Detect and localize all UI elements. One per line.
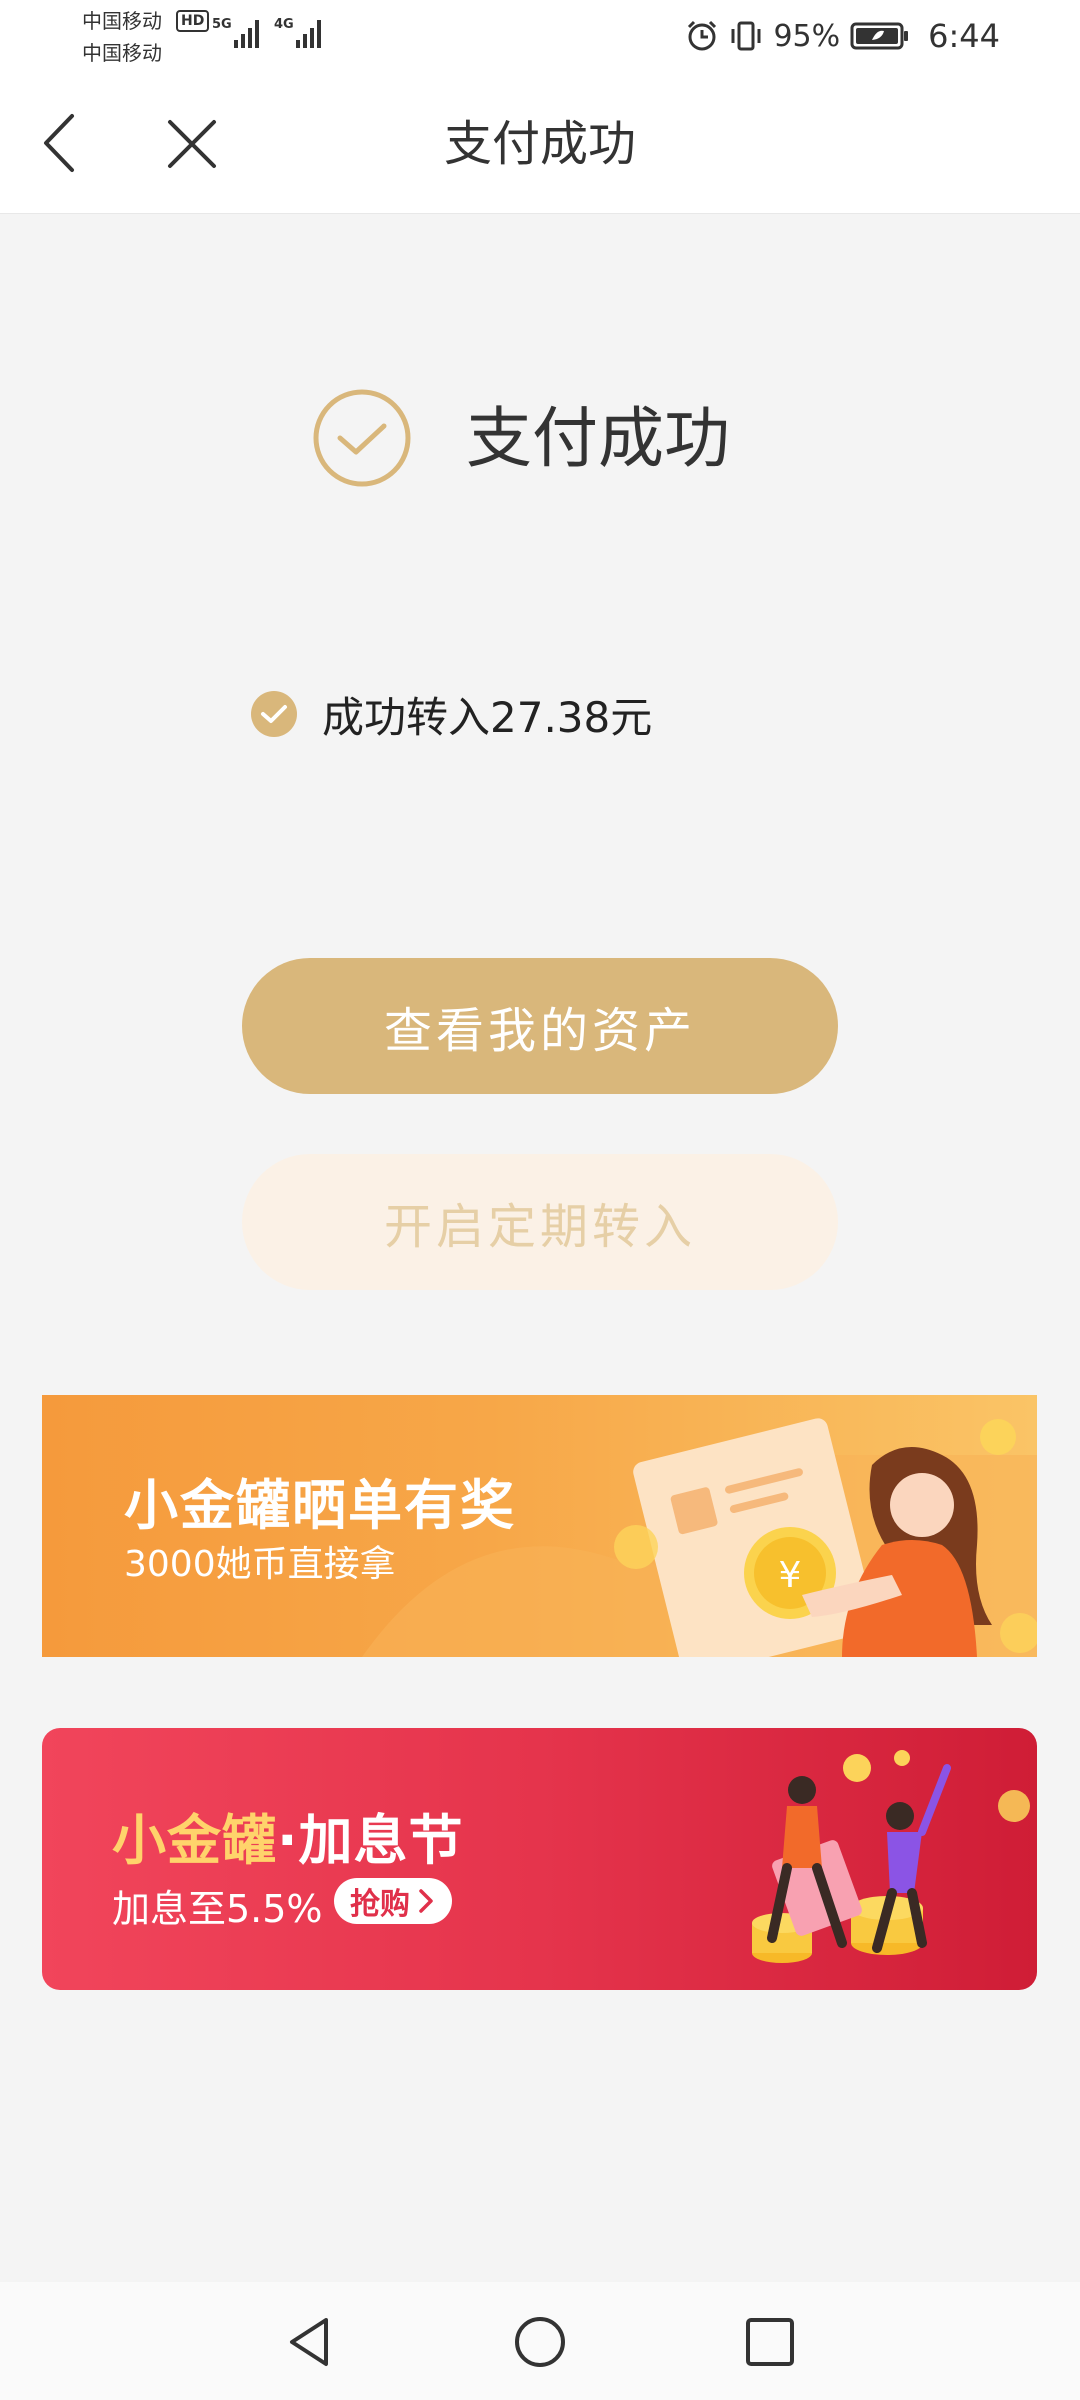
- banner2-subtitle: 加息至5.5%: [112, 1887, 323, 1931]
- promo-banner-share[interactable]: ¥ 小金罐晒单有奖 3000她币直接拿: [42, 1395, 1037, 1657]
- page-title: 支付成功: [443, 116, 636, 172]
- hd-badge: HD: [176, 10, 210, 32]
- nav-bar: 支付成功: [0, 72, 1080, 214]
- banner2-title-white: ·加息节: [277, 1809, 464, 1872]
- result-detail-row: 成功转入27.38元: [250, 686, 652, 742]
- status-right: 95% 6:44: [685, 16, 1000, 56]
- promo-banner-interest[interactable]: 小金罐·加息节 加息至5.5% 抢购: [42, 1728, 1037, 1990]
- clock-time: 6:44: [928, 17, 1000, 55]
- chevron-right-icon: [419, 1889, 433, 1913]
- signal-4g-icon: 4G: [274, 17, 321, 48]
- result-detail-text: 成功转入27.38元: [322, 692, 653, 742]
- alarm-icon: [688, 20, 717, 51]
- buy-now-label: 抢购: [350, 1887, 410, 1922]
- status-bar: 中国移动 中国移动 HD 5G 4G 95% 6:44: [0, 0, 1080, 72]
- success-check-icon: [313, 389, 411, 487]
- vibrate-icon: [731, 21, 761, 51]
- view-assets-button[interactable]: 查看我的资产: [242, 958, 838, 1094]
- battery-percent: 95%: [773, 18, 841, 54]
- filled-check-icon: [251, 691, 297, 737]
- svg-text:¥: ¥: [779, 1555, 802, 1596]
- battery-icon: [850, 22, 909, 50]
- net-label-2: 4G: [274, 17, 294, 32]
- signal-5g-icon: 5G: [212, 17, 259, 48]
- buy-now-button[interactable]: 抢购: [334, 1878, 452, 1924]
- net-label-1: 5G: [212, 17, 232, 32]
- system-recents-icon[interactable]: [740, 2312, 800, 2372]
- result-title: 支付成功: [466, 400, 730, 477]
- system-navigation-bar: [0, 2282, 1080, 2400]
- enable-scheduled-transfer-button[interactable]: 开启定期转入: [242, 1154, 838, 1290]
- banner1-title: 小金罐晒单有奖: [124, 1474, 516, 1537]
- banner1-subtitle: 3000她币直接拿: [124, 1544, 396, 1585]
- carrier-label-1: 中国移动: [82, 9, 162, 33]
- carrier-label-2: 中国移动: [82, 41, 162, 65]
- banner2-title: 小金罐·加息节: [112, 1796, 464, 1875]
- banner2-title-gold: 小金罐: [112, 1809, 277, 1872]
- system-home-icon[interactable]: [510, 2312, 570, 2372]
- system-back-icon[interactable]: [280, 2312, 340, 2372]
